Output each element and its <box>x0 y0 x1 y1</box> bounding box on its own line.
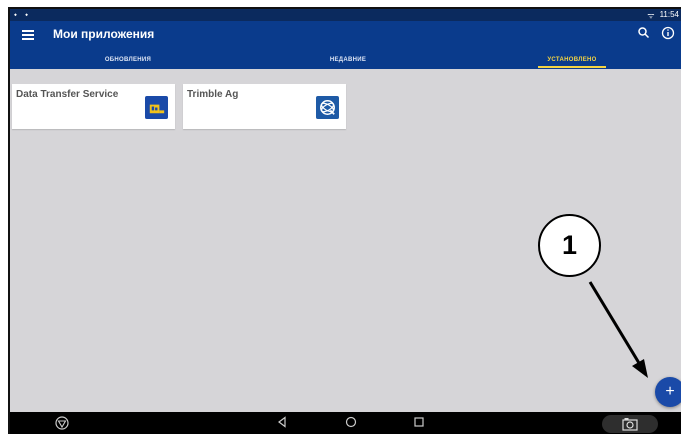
app-card-trimble-ag[interactable]: Trimble Ag <box>183 84 346 129</box>
page-title: Мои приложения <box>53 27 155 41</box>
app-bar: Мои приложения ОБНОВЛЕНИЯ НЕДАВНИЕ УСТАН… <box>10 21 681 69</box>
trimble-globe-icon <box>316 96 339 119</box>
back-icon[interactable] <box>276 416 288 428</box>
home-icon[interactable] <box>345 416 357 428</box>
tab-installed[interactable]: УСТАНОВЛЕНО <box>512 57 632 63</box>
info-icon[interactable] <box>661 26 675 40</box>
system-navigation-bar <box>10 412 681 434</box>
status-bar: ⬩ ⬩ ᯤ 11:54 <box>10 9 681 21</box>
clock: 11:54 <box>659 10 679 19</box>
active-tab-indicator <box>538 66 606 68</box>
recent-apps-icon[interactable] <box>413 416 425 428</box>
notification-icons: ⬩ ⬩ <box>14 10 31 19</box>
add-app-fab-button[interactable]: + <box>655 377 681 407</box>
status-right: ᯤ 11:54 <box>647 10 679 21</box>
tab-updates[interactable]: ОБНОВЛЕНИЯ <box>68 57 188 63</box>
data-transfer-icon <box>145 96 168 119</box>
signal-icon: ᯤ <box>647 11 655 20</box>
callout-number: 1 <box>538 214 601 277</box>
app-card-title: Data Transfer Service <box>16 89 119 100</box>
plus-icon: + <box>665 383 675 400</box>
app-card-title: Trimble Ag <box>187 89 239 100</box>
tab-recent[interactable]: НЕДАВНИЕ <box>288 57 408 63</box>
search-icon[interactable] <box>637 26 651 40</box>
app-card-data-transfer-service[interactable]: Data Transfer Service <box>12 84 175 129</box>
hamburger-menu-icon[interactable] <box>22 30 34 40</box>
screenshot-button[interactable] <box>602 415 658 433</box>
camera-icon <box>622 418 638 431</box>
trimble-home-icon[interactable] <box>55 416 69 430</box>
